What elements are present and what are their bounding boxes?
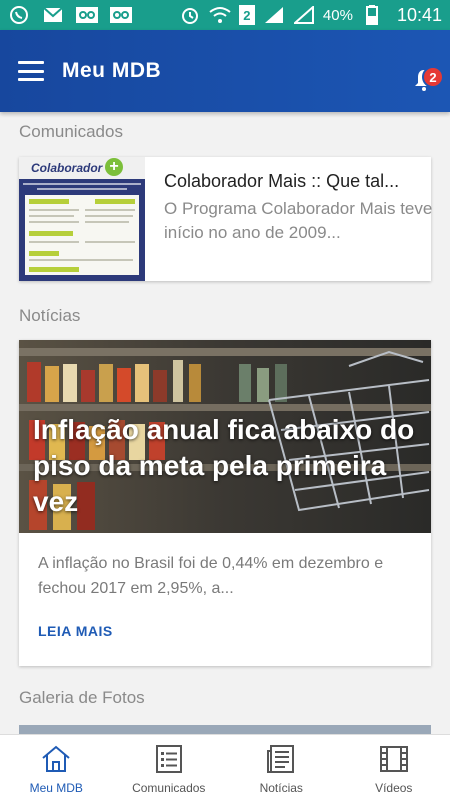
noticia-card[interactable]: Inflação anual fica abaixo do piso da me… — [19, 340, 431, 666]
comunicado-card[interactable]: Colaborador + Colaborador Mais:: Que ta… — [19, 157, 433, 281]
app-bar: Meu MDB 2 — [0, 30, 450, 112]
clock: 10:41 — [396, 4, 442, 25]
list-icon — [155, 745, 182, 773]
sim-indicator: 2 — [238, 5, 255, 25]
whatsapp-icon — [8, 6, 30, 24]
thumbnail-logo-text: Colaborador — [31, 161, 103, 175]
bottom-navigation: Meu MDB Comunicados Notícias Vídeos — [0, 734, 450, 800]
voicemail-icon — [76, 6, 98, 24]
comunicado-description: O Programa Colaborador Mais teve início … — [164, 199, 433, 242]
section-title-galeria: Galeria de Fotos — [19, 688, 145, 707]
app-title: Meu MDB — [62, 59, 162, 82]
nav-item-videos[interactable]: Vídeos — [338, 735, 450, 800]
notification-badge: 2 — [422, 66, 444, 88]
nav-label: Meu MDB — [29, 781, 83, 795]
battery-icon — [361, 5, 383, 25]
noticia-image: Inflação anual fica abaixo do piso da me… — [19, 340, 431, 533]
nav-label: Comunicados — [132, 781, 206, 795]
nav-item-comunicados[interactable]: Comunicados — [113, 735, 226, 800]
voicemail-icon — [110, 6, 132, 24]
noticia-description: A inflação no Brasil foi de 0,44% em dez… — [38, 555, 384, 597]
comunicado-thumbnail: Colaborador + — [19, 157, 145, 281]
alarm-icon — [179, 6, 201, 24]
section-title-noticias: Notícias — [19, 306, 81, 325]
section-title-comunicados: Comunicados — [19, 122, 123, 141]
wifi-icon — [209, 6, 231, 24]
menu-icon[interactable] — [18, 61, 44, 81]
comunicado-title: Colaborador Mais :: Que tal... — [164, 171, 400, 191]
battery-percent: 40% — [322, 6, 353, 24]
nav-label: Notícias — [259, 781, 303, 795]
main-content[interactable]: Comunicados Colaborador + Colaborador Ma… — [0, 112, 450, 734]
nav-item-meu-mdb[interactable]: Meu MDB — [0, 735, 113, 800]
news-icon — [267, 745, 295, 773]
nav-label: Vídeos — [375, 781, 413, 795]
mail-icon — [42, 6, 64, 24]
signal-icon — [263, 6, 285, 24]
status-bar: 2 40% 10:41 — [0, 0, 450, 30]
nav-item-noticias[interactable]: Notícias — [225, 735, 338, 800]
gallery-card-peek[interactable] — [19, 725, 431, 734]
film-icon — [379, 746, 408, 772]
home-icon — [42, 745, 70, 772]
read-more-link[interactable]: LEIA MAIS — [38, 623, 113, 639]
signal-icon — [293, 6, 315, 24]
plus-icon: + — [105, 158, 123, 176]
noticia-headline: Inflação anual fica abaixo do piso da me… — [33, 414, 415, 517]
